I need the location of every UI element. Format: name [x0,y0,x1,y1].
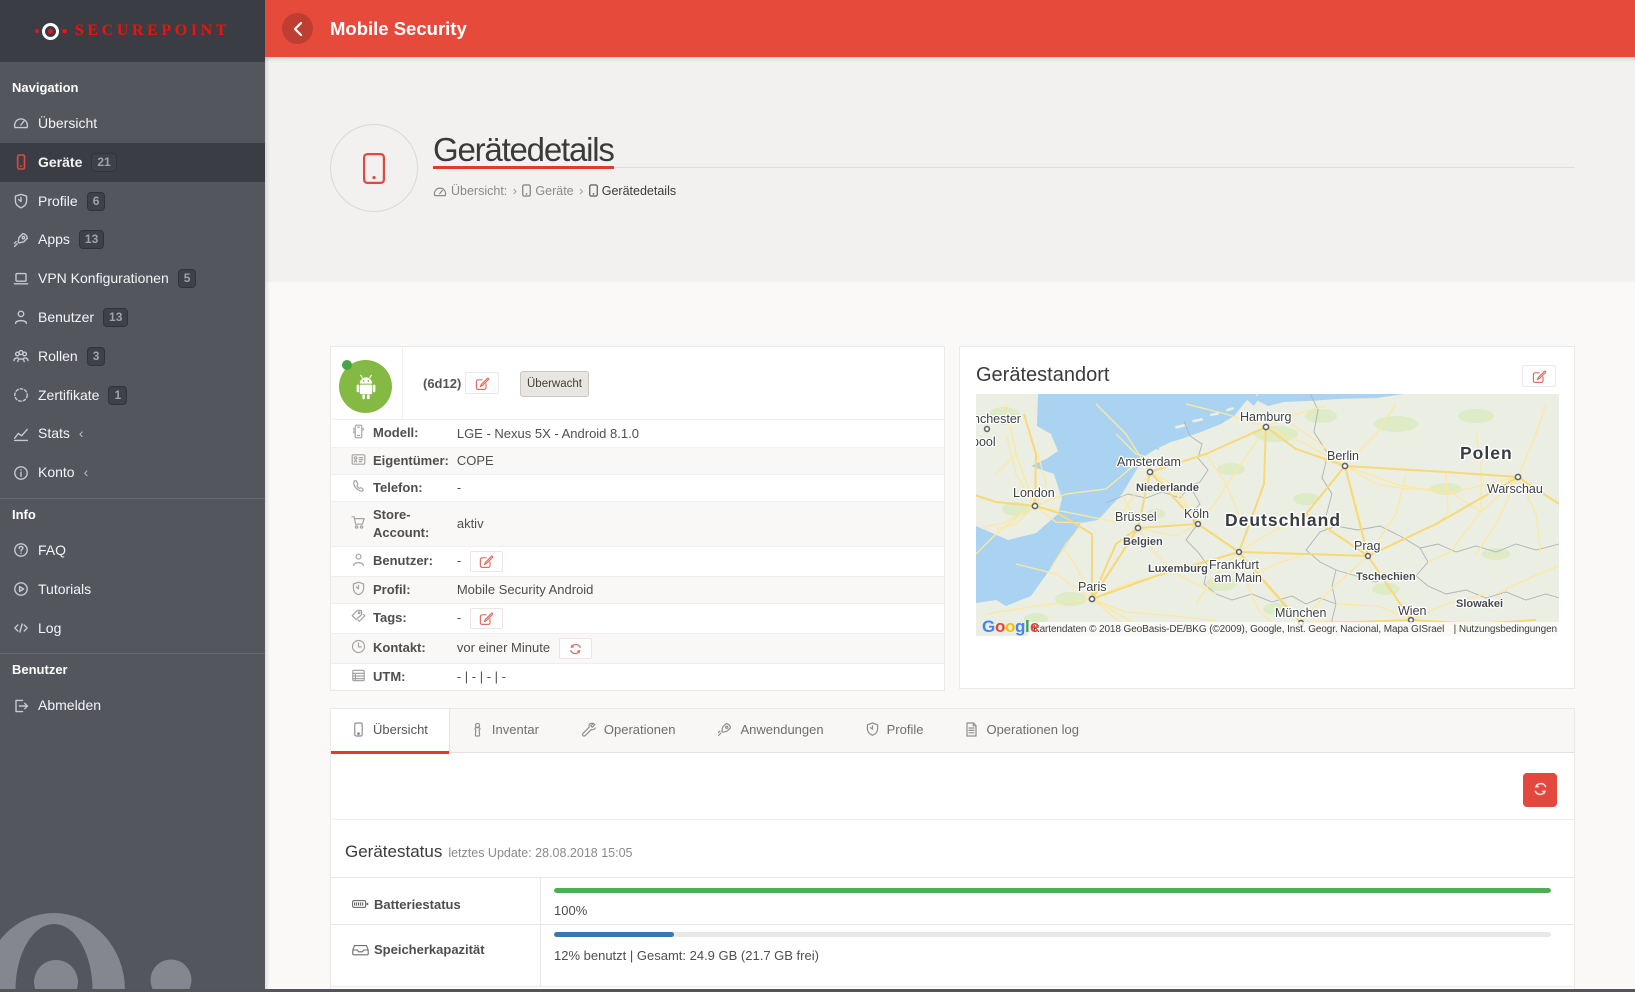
svg-text:Warschau: Warschau [1487,482,1543,496]
svg-text:Tschechien: Tschechien [1356,571,1416,583]
svg-text:Hamburg: Hamburg [1240,410,1291,424]
svg-text:Kartendaten © 2018 GeoBasis-DE: Kartendaten © 2018 GeoBasis-DE/BKG (©200… [1033,624,1444,635]
svg-text:Frankfurt: Frankfurt [1209,558,1260,572]
svg-text:Belgien: Belgien [1123,536,1163,548]
svg-text:Luxemburg: Luxemburg [1148,563,1208,575]
svg-text:London: London [1013,486,1055,500]
svg-text:Berlin: Berlin [1327,449,1359,463]
svg-text:Prag: Prag [1354,539,1380,553]
svg-text:München: München [1275,606,1326,620]
svg-text:Polen: Polen [1460,443,1513,463]
svg-text:G: G [982,617,995,636]
svg-text:Wien: Wien [1398,604,1427,618]
svg-text:Brüssel: Brüssel [1115,510,1157,524]
svg-text:e: e [1030,617,1039,636]
svg-text:o: o [1005,617,1015,636]
svg-text:Deutschland: Deutschland [1225,510,1341,530]
svg-text:Niederlande: Niederlande [1136,482,1199,494]
svg-text:Amsterdam: Amsterdam [1117,455,1181,469]
svg-text:am Main: am Main [1214,571,1262,585]
svg-text:| Nutzungsbedingungen: | Nutzungsbedingungen [1454,624,1557,635]
svg-text:pool: pool [976,435,996,449]
svg-text:nchester: nchester [976,412,1021,426]
svg-text:g: g [1015,617,1025,636]
svg-text:Köln: Köln [1184,507,1209,521]
svg-text:o: o [995,617,1005,636]
svg-text:Paris: Paris [1078,580,1106,594]
svg-text:Slowakei: Slowakei [1456,598,1503,610]
